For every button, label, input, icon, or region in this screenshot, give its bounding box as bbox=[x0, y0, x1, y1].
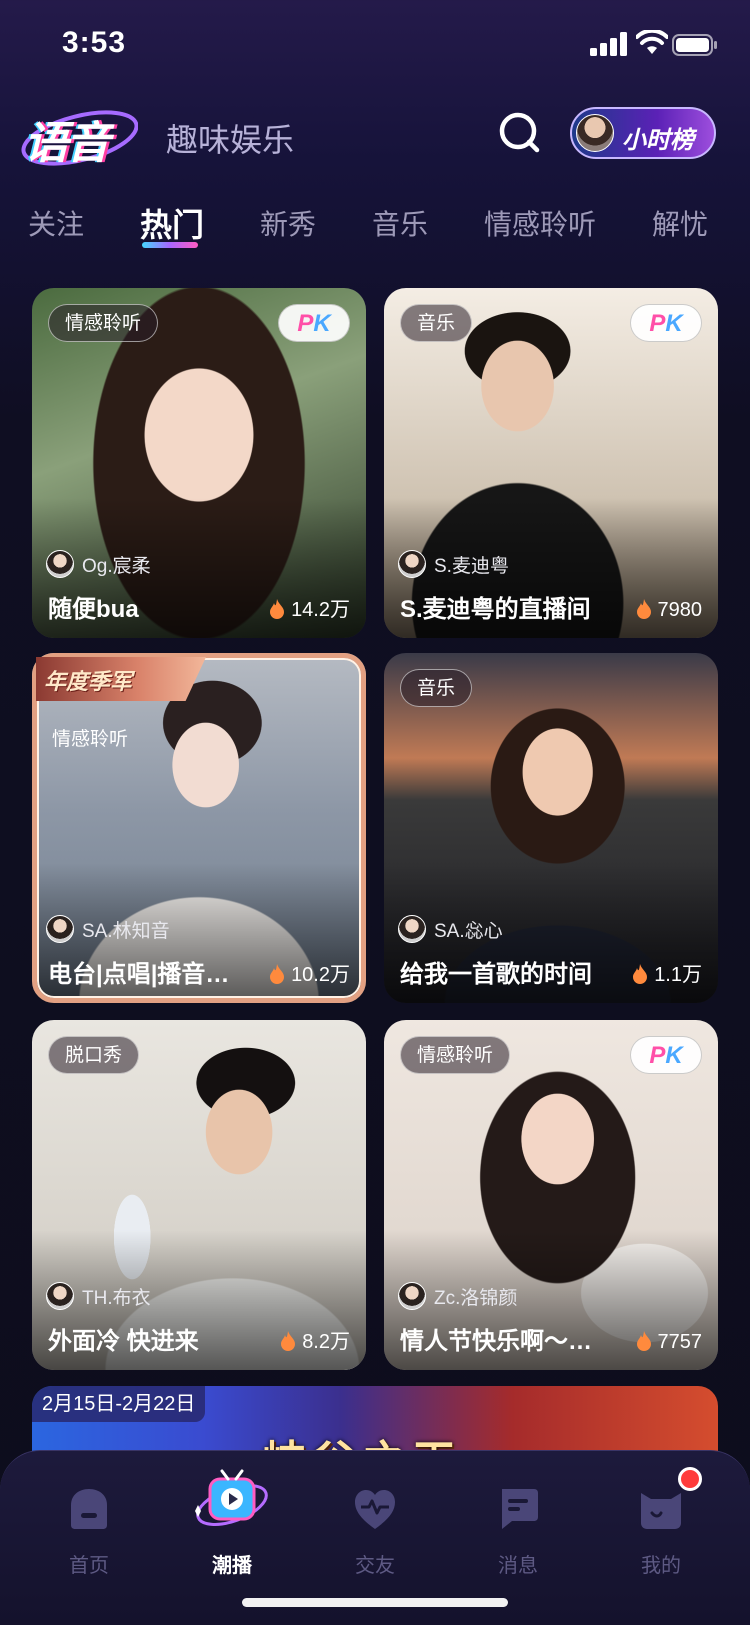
tab-music[interactable]: 音乐 bbox=[372, 203, 428, 243]
pk-badge: PK bbox=[630, 304, 702, 342]
category-tag: 音乐 bbox=[400, 669, 473, 707]
active-tab-indicator bbox=[142, 242, 198, 248]
tabbar-label: 首页 bbox=[69, 1555, 109, 1577]
avatar bbox=[46, 915, 74, 943]
tabbar-profile[interactable]: 我的 bbox=[606, 1467, 716, 1589]
host-name: Og.宸柔 bbox=[82, 556, 151, 577]
avatar bbox=[398, 550, 426, 578]
avatar bbox=[398, 915, 426, 943]
battery-icon bbox=[672, 34, 717, 56]
category-tag: 情感聆听 bbox=[52, 729, 129, 750]
heat-count: 1.1万 bbox=[632, 958, 702, 987]
room-card[interactable]: 情感聆听 PK Og.宸柔 随便bua 14.2万 bbox=[32, 288, 366, 638]
room-title: 情人节快乐啊～… bbox=[400, 1328, 592, 1355]
hourly-rank-button[interactable]: 小时榜 bbox=[570, 107, 716, 159]
tabbar-label: 消息 bbox=[498, 1555, 538, 1577]
avatar bbox=[576, 114, 614, 152]
cellular-signal-icon bbox=[590, 32, 627, 56]
room-card[interactable]: SA.林知音 电台|点唱|播音… 10.2万 bbox=[32, 653, 366, 1003]
tabbar-live[interactable]: 潮播 bbox=[177, 1469, 287, 1589]
tabbar-friends[interactable]: 交友 bbox=[320, 1469, 430, 1589]
flame-icon bbox=[633, 964, 648, 984]
flame-icon bbox=[636, 1331, 651, 1351]
pk-badge: PK bbox=[630, 1036, 702, 1074]
category-tag: 情感聆听 bbox=[48, 304, 159, 342]
category-tag: 脱口秀 bbox=[48, 1036, 140, 1074]
category-tag: 音乐 bbox=[400, 304, 473, 342]
category-tabs: 关注 热门 新秀 音乐 情感聆听 解忧 bbox=[0, 195, 750, 255]
banner-date: 2月15日-2月22日 bbox=[32, 1386, 206, 1422]
tabbar-label: 我的 bbox=[641, 1555, 681, 1577]
avatar bbox=[398, 1282, 426, 1310]
tv-play-icon bbox=[195, 1469, 268, 1526]
tabbar-home[interactable]: 首页 bbox=[34, 1469, 144, 1589]
room-card[interactable]: 音乐 SA.惢心 给我一首歌的时间 1.1万 bbox=[384, 653, 718, 1003]
home-icon bbox=[71, 1489, 107, 1529]
message-icon bbox=[502, 1489, 538, 1529]
tabbar-messages[interactable]: 消息 bbox=[463, 1469, 573, 1589]
pk-badge: PK bbox=[278, 304, 350, 342]
tab-relief[interactable]: 解忧 bbox=[652, 203, 708, 243]
status-bar: 3:53 bbox=[0, 0, 750, 90]
notification-dot bbox=[678, 1467, 702, 1491]
tab-hot[interactable]: 热门 bbox=[140, 200, 204, 246]
search-icon[interactable] bbox=[496, 109, 542, 155]
category-tag: 情感聆听 bbox=[400, 1036, 511, 1074]
host-name: TH.布衣 bbox=[82, 1288, 151, 1309]
hourly-rank-label: 小时榜 bbox=[622, 127, 694, 154]
room-title: 给我一首歌的时间 bbox=[400, 961, 592, 988]
app-logo-text: 语音 bbox=[24, 119, 110, 168]
header-subtitle: 趣味娱乐 bbox=[166, 122, 295, 158]
heat-count: 14.2万 bbox=[269, 593, 350, 622]
room-title: S.麦迪粤的直播间 bbox=[400, 596, 591, 623]
heat-value: 7980 bbox=[657, 599, 703, 621]
tab-emotional-listening[interactable]: 情感聆听 bbox=[484, 203, 596, 243]
heart-icon bbox=[355, 1490, 395, 1529]
avatar bbox=[46, 1282, 74, 1310]
award-label: 年度季军 bbox=[44, 669, 133, 694]
heat-count: 10.2万 bbox=[269, 958, 350, 987]
avatar bbox=[46, 550, 74, 578]
flame-icon bbox=[270, 599, 285, 619]
status-time: 3:53 bbox=[62, 26, 127, 59]
host-name: SA.林知音 bbox=[82, 921, 170, 942]
heat-count: 7757 bbox=[636, 1331, 703, 1354]
room-title: 电台|点唱|播音… bbox=[48, 961, 230, 988]
tabbar-label: 潮播 bbox=[212, 1555, 252, 1577]
heat-value: 10.2万 bbox=[291, 964, 350, 986]
heat-value: 8.2万 bbox=[302, 1331, 350, 1353]
app-header: 语音 趣味娱乐 小时榜 bbox=[0, 95, 750, 185]
home-indicator bbox=[242, 1598, 508, 1607]
flame-icon bbox=[270, 964, 285, 984]
tab-new[interactable]: 新秀 bbox=[260, 203, 316, 243]
host-name: S.麦迪粤 bbox=[434, 556, 509, 577]
host-name: SA.惢心 bbox=[434, 921, 503, 942]
tabbar-label: 交友 bbox=[355, 1555, 395, 1577]
wifi-icon bbox=[636, 30, 668, 54]
heat-value: 14.2万 bbox=[291, 599, 350, 621]
flame-icon bbox=[281, 1331, 296, 1351]
flame-icon bbox=[636, 599, 651, 619]
heat-count: 8.2万 bbox=[280, 1325, 350, 1354]
host-name: Zc.洛锦颜 bbox=[434, 1288, 518, 1309]
room-card[interactable]: 脱口秀 TH.布衣 外面冷 快进来 8.2万 bbox=[32, 1020, 366, 1370]
room-card[interactable]: 音乐 PK S.麦迪粤 S.麦迪粤的直播间 7980 bbox=[384, 288, 718, 638]
room-card[interactable]: 情感聆听 PK Zc.洛锦颜 情人节快乐啊～… 7757 bbox=[384, 1020, 718, 1370]
room-title: 随便bua bbox=[48, 596, 139, 623]
tab-follow[interactable]: 关注 bbox=[28, 203, 84, 243]
heat-value: 7757 bbox=[657, 1331, 703, 1353]
room-title: 外面冷 快进来 bbox=[48, 1328, 199, 1355]
heat-value: 1.1万 bbox=[654, 964, 702, 986]
profile-cat-icon bbox=[641, 1493, 681, 1529]
heat-count: 7980 bbox=[636, 599, 703, 622]
